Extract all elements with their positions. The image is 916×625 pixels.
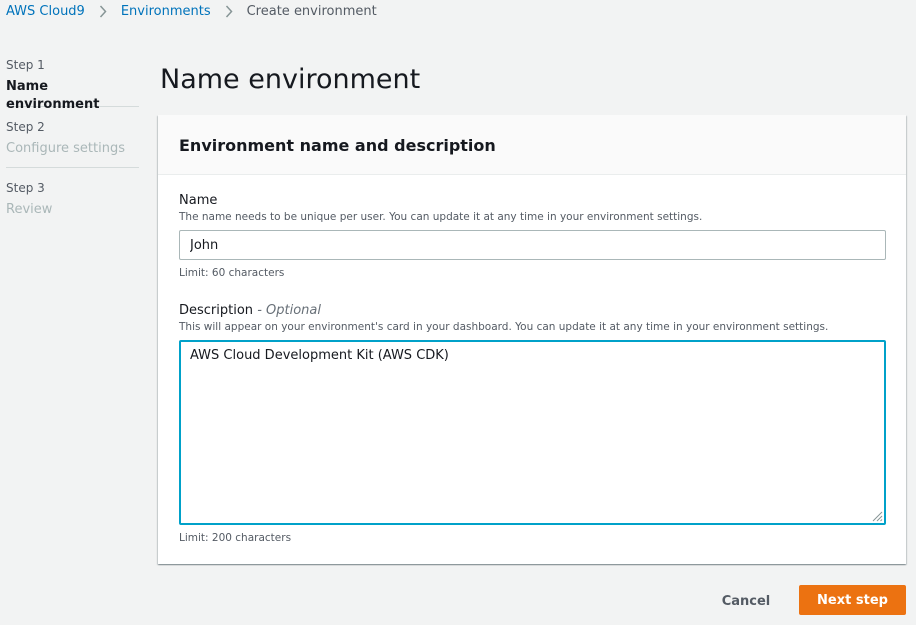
name-field-description: The name needs to be unique per user. Yo… xyxy=(179,211,703,223)
description-field-label: Description - Optional xyxy=(179,302,321,319)
description-textarea[interactable]: AWS Cloud Development Kit (AWS CDK) xyxy=(179,340,886,525)
optional-tag: - Optional xyxy=(257,303,321,318)
page-title: Name environment xyxy=(160,64,421,95)
chevron-right-icon xyxy=(85,4,121,18)
environment-name-card: Environment name and description Name Th… xyxy=(158,115,906,564)
breadcrumb-environments[interactable]: Environments xyxy=(121,4,211,19)
step-title: Review xyxy=(6,202,53,217)
next-step-button[interactable]: Next step xyxy=(799,585,906,615)
breadcrumb-aws-cloud9[interactable]: AWS Cloud9 xyxy=(6,4,85,19)
description-field-description: This will appear on your environment's c… xyxy=(179,321,829,333)
step-1: Step 1 Name environment xyxy=(6,58,139,112)
step-2: Step 2 Configure settings xyxy=(6,120,139,160)
wizard-steps: Step 1 Name environment Step 2 Configure… xyxy=(6,58,139,221)
chevron-right-icon xyxy=(211,4,247,18)
description-label-text: Description xyxy=(179,303,254,318)
step-divider xyxy=(6,167,139,168)
step-3: Step 3 Review xyxy=(6,181,139,221)
breadcrumb: AWS Cloud9 Environments Create environme… xyxy=(6,3,377,19)
step-number: Step 3 xyxy=(6,181,45,195)
breadcrumb-create-environment: Create environment xyxy=(246,3,377,19)
step-number: Step 1 xyxy=(6,58,45,72)
name-limit: Limit: 60 characters xyxy=(179,267,285,279)
card-title: Environment name and description xyxy=(179,136,496,155)
step-title: Name environment xyxy=(6,79,100,112)
step-number: Step 2 xyxy=(6,120,45,134)
cancel-button[interactable]: Cancel xyxy=(712,586,780,616)
create-environment-page: AWS Cloud9 Environments Create environme… xyxy=(0,0,916,625)
step-title: Configure settings xyxy=(6,141,125,156)
name-field-label: Name xyxy=(179,193,218,208)
description-limit: Limit: 200 characters xyxy=(179,532,292,544)
name-input[interactable] xyxy=(179,230,886,260)
